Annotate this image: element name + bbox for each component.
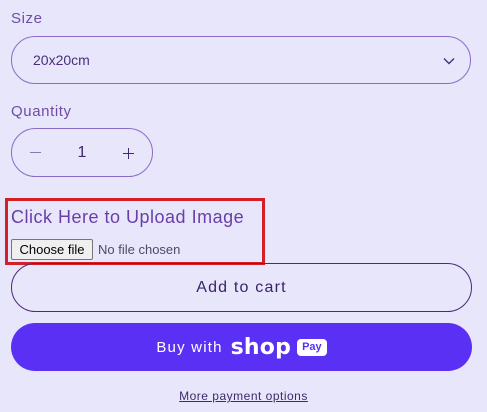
more-payment-options-link[interactable]: More payment options — [179, 389, 308, 403]
quantity-value[interactable]: 1 — [58, 144, 106, 162]
size-label: Size — [11, 10, 43, 27]
upload-title: Click Here to Upload Image — [11, 207, 245, 227]
minus-icon — [29, 151, 41, 154]
add-to-cart-button[interactable]: Add to cart — [11, 263, 472, 312]
quantity-label: Quantity — [11, 103, 72, 120]
file-status: No file chosen — [98, 242, 181, 257]
chevron-down-icon — [443, 58, 455, 65]
size-select[interactable]: 20x20cm — [11, 36, 471, 84]
size-selected-value: 20x20cm — [33, 52, 90, 68]
more-payment-options: More payment options — [0, 389, 487, 403]
buy-with-shop-pay-button[interactable]: Buy with shop Pay — [11, 323, 472, 371]
decrease-quantity-button[interactable] — [12, 129, 58, 176]
pay-badge: Pay — [297, 338, 327, 356]
choose-file-button[interactable]: Choose file — [11, 239, 93, 260]
quantity-stepper: 1 — [11, 128, 153, 177]
shop-logo: shop — [230, 334, 292, 360]
increase-quantity-button[interactable] — [106, 129, 152, 176]
buy-with-label: Buy with — [156, 338, 223, 356]
